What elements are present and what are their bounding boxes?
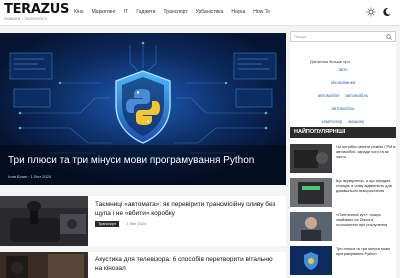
article-thumbnail[interactable] xyxy=(0,196,88,246)
popular-thumbnail[interactable] xyxy=(290,246,332,275)
logo-tagline: НОВИНИ • ТЕХНОЛОГІЇ xyxy=(4,17,47,21)
popular-item-title[interactable]: Чи потрібно міняти ремінь ГРМ в автомобі… xyxy=(336,144,396,159)
popular-thumbnail[interactable] xyxy=(290,178,332,207)
popular-header: НАЙПОПУЛЯРНІШІ xyxy=(290,127,396,138)
menu-item-science[interactable]: Наука xyxy=(227,8,249,16)
top-nav: TERAZUS НОВИНИ • ТЕХНОЛОГІЇ Кіно Маркети… xyxy=(0,0,400,26)
search-icon[interactable] xyxy=(386,34,392,40)
menu-item-howto[interactable]: How To xyxy=(249,8,274,16)
topic-tag[interactable]: автомобіль xyxy=(345,93,368,98)
person-image xyxy=(290,212,332,241)
hero-article[interactable]: Три плюси та три мінуси мови програмуван… xyxy=(0,33,286,185)
battery-image xyxy=(290,178,332,207)
popular-item-title[interactable]: Що акумулятор, а що зарядна станція: в ч… xyxy=(336,178,396,193)
popular-item-title[interactable]: Три плюси та три мінуси мови програмуван… xyxy=(336,246,396,256)
nav-icons xyxy=(366,7,392,17)
article-thumbnail[interactable] xyxy=(0,252,88,278)
popular-title: НАЙПОПУЛЯРНІШІ xyxy=(294,129,346,135)
menu-item-urbanism[interactable]: Урбаністика xyxy=(192,8,228,16)
popular-item[interactable]: Що акумулятор, а що зарядна станція: в ч… xyxy=(290,178,396,208)
gear-shifter-image xyxy=(0,196,88,246)
popular-item[interactable]: Чи потрібно міняти ремінь ГРМ в автомобі… xyxy=(290,144,396,174)
moon-icon[interactable] xyxy=(382,7,392,17)
topic-tag[interactable]: авто xyxy=(338,67,347,72)
speaker-image xyxy=(0,252,88,278)
topic-tag[interactable]: комп'ютер xyxy=(322,119,343,124)
menu-item-marketing[interactable]: Маркетинг xyxy=(88,8,120,16)
article-meta: · 1 Лют 2024 xyxy=(124,222,146,226)
hero-meta: Ілля Білик · 1 Лют 2024 xyxy=(8,174,52,179)
sun-icon[interactable] xyxy=(366,7,376,17)
topic-tags: авто кіноновинки автомобілі автомобіль а… xyxy=(292,67,394,132)
engine-image xyxy=(290,144,332,173)
article-card[interactable]: Акустика для телевізора: 6 способів пере… xyxy=(0,252,286,278)
popular-item[interactable]: Три плюси та три мінуси мови програмуван… xyxy=(290,246,396,276)
topic-tag[interactable]: машину xyxy=(348,119,364,124)
menu-item-it[interactable]: IT xyxy=(120,8,132,16)
popular-thumbnail[interactable] xyxy=(290,144,332,173)
menu-item-kino[interactable]: Кіно xyxy=(70,8,88,16)
search-placeholder: Пошук xyxy=(294,34,307,39)
topic-tag[interactable]: кіноновинки xyxy=(331,80,355,85)
article-title[interactable]: Акустика для телевізора: 6 способів пере… xyxy=(95,255,280,273)
menu-item-gadgets[interactable]: Гаджети xyxy=(132,8,159,16)
topic-tag[interactable]: автомобілі xyxy=(318,93,340,98)
popular-item[interactable]: «Політичний кут»: пошук знайомих на Disc… xyxy=(290,212,396,242)
topic-tag[interactable]: автомобіль xyxy=(332,106,355,111)
menu-item-transport[interactable]: Транспорт xyxy=(160,8,192,16)
category-badge[interactable]: Транспорт xyxy=(95,221,120,227)
article-card[interactable]: Таємниці «автомата»: як перевірити транс… xyxy=(0,196,286,246)
hero-title[interactable]: Три плюси та три мінуси мови програмуван… xyxy=(8,155,254,167)
popular-thumbnail[interactable] xyxy=(290,212,332,241)
sidebar: Пошук Дізнатися більше про авто кінонови… xyxy=(290,31,396,278)
article-title[interactable]: Таємниці «автомата»: як перевірити транс… xyxy=(95,200,280,218)
logo-text: TERAZUS xyxy=(4,2,70,17)
search-input[interactable]: Пошук xyxy=(290,31,396,42)
topics-heading: Дізнатися більше про xyxy=(310,59,350,64)
main-menu: Кіно Маркетинг IT Гаджети Транспорт Урба… xyxy=(70,8,274,16)
python-image xyxy=(290,246,332,275)
popular-item-title[interactable]: «Політичний кут»: пошук знайомих на Disc… xyxy=(336,212,396,227)
site-logo[interactable]: TERAZUS НОВИНИ • ТЕХНОЛОГІЇ xyxy=(4,2,70,24)
